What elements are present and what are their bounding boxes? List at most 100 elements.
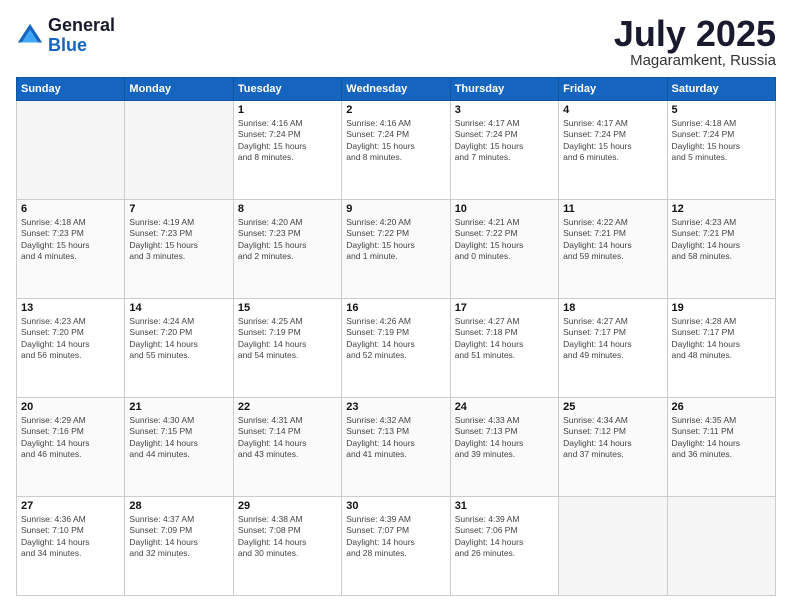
day-info: Sunrise: 4:25 AM Sunset: 7:19 PM Dayligh…: [238, 316, 337, 362]
day-info: Sunrise: 4:35 AM Sunset: 7:11 PM Dayligh…: [672, 415, 771, 461]
day-info: Sunrise: 4:19 AM Sunset: 7:23 PM Dayligh…: [129, 217, 228, 263]
day-number: 6: [21, 203, 120, 215]
calendar-cell: 15 Sunrise: 4:25 AM Sunset: 7:19 PM Dayli…: [233, 299, 341, 398]
calendar-cell: [667, 497, 775, 596]
day-number: 19: [672, 302, 771, 314]
calendar-cell: 24Sunrise: 4:33 AM Sunset: 7:13 PM Dayli…: [450, 398, 558, 497]
calendar-cell: 9 Sunrise: 4:20 AM Sunset: 7:22 PM Daylig…: [342, 200, 450, 299]
logo-icon: [16, 22, 44, 50]
calendar-cell: [559, 497, 667, 596]
calendar-cell: [17, 101, 125, 200]
day-info: Sunrise: 4:27 AM Sunset: 7:18 PM Dayligh…: [455, 316, 554, 362]
day-info: Sunrise: 4:20 AM Sunset: 7:23 PM Dayligh…: [238, 217, 337, 263]
calendar-cell: 3Sunrise: 4:17 AM Sunset: 7:24 PM Daylig…: [450, 101, 558, 200]
weekday-header-tuesday: Tuesday: [233, 78, 341, 101]
calendar-cell: 29 Sunrise: 4:38 AM Sunset: 7:08 PM Dayli…: [233, 497, 341, 596]
day-info: Sunrise: 4:17 AM Sunset: 7:24 PM Dayligh…: [563, 118, 662, 164]
day-number: 25: [563, 401, 662, 413]
day-number: 11: [563, 203, 662, 215]
weekday-header-saturday: Saturday: [667, 78, 775, 101]
calendar-cell: 16 Sunrise: 4:26 AM Sunset: 7:19 PM Dayli…: [342, 299, 450, 398]
day-number: 2: [346, 104, 445, 116]
logo: General Blue: [16, 16, 115, 56]
day-number: 18: [563, 302, 662, 314]
day-info: Sunrise: 4:28 AM Sunset: 7:17 PM Dayligh…: [672, 316, 771, 362]
day-number: 27: [21, 500, 120, 512]
calendar-cell: 13 Sunrise: 4:23 AM Sunset: 7:20 PM Dayli…: [17, 299, 125, 398]
day-number: 26: [672, 401, 771, 413]
day-number: 30: [346, 500, 445, 512]
day-info: Sunrise: 4:39 AM Sunset: 7:06 PM Dayligh…: [455, 514, 554, 560]
calendar-cell: 18Sunrise: 4:27 AM Sunset: 7:17 PM Dayli…: [559, 299, 667, 398]
day-info: Sunrise: 4:32 AM Sunset: 7:13 PM Dayligh…: [346, 415, 445, 461]
day-info: Sunrise: 4:23 AM Sunset: 7:20 PM Dayligh…: [21, 316, 120, 362]
day-info: Sunrise: 4:38 AM Sunset: 7:08 PM Dayligh…: [238, 514, 337, 560]
day-number: 1: [238, 104, 337, 116]
day-info: Sunrise: 4:16 AM Sunset: 7:24 PM Dayligh…: [238, 118, 337, 164]
day-info: Sunrise: 4:18 AM Sunset: 7:24 PM Dayligh…: [672, 118, 771, 164]
day-info: Sunrise: 4:20 AM Sunset: 7:22 PM Dayligh…: [346, 217, 445, 263]
day-number: 8: [238, 203, 337, 215]
calendar-cell: 23 Sunrise: 4:32 AM Sunset: 7:13 PM Dayli…: [342, 398, 450, 497]
weekday-header-thursday: Thursday: [450, 78, 558, 101]
calendar-cell: 1 Sunrise: 4:16 AM Sunset: 7:24 PM Daylig…: [233, 101, 341, 200]
calendar-cell: 6 Sunrise: 4:18 AM Sunset: 7:23 PM Daylig…: [17, 200, 125, 299]
calendar-cell: 28 Sunrise: 4:37 AM Sunset: 7:09 PM Dayli…: [125, 497, 233, 596]
calendar-cell: 20Sunrise: 4:29 AM Sunset: 7:16 PM Dayli…: [17, 398, 125, 497]
calendar-cell: 26 Sunrise: 4:35 AM Sunset: 7:11 PM Dayli…: [667, 398, 775, 497]
day-number: 7: [129, 203, 228, 215]
day-number: 9: [346, 203, 445, 215]
day-info: Sunrise: 4:30 AM Sunset: 7:15 PM Dayligh…: [129, 415, 228, 461]
day-info: Sunrise: 4:37 AM Sunset: 7:09 PM Dayligh…: [129, 514, 228, 560]
day-number: 3: [455, 104, 554, 116]
day-info: Sunrise: 4:26 AM Sunset: 7:19 PM Dayligh…: [346, 316, 445, 362]
calendar-cell: 21 Sunrise: 4:30 AM Sunset: 7:15 PM Dayli…: [125, 398, 233, 497]
calendar-cell: 14 Sunrise: 4:24 AM Sunset: 7:20 PM Dayli…: [125, 299, 233, 398]
day-number: 5: [672, 104, 771, 116]
calendar-cell: 8 Sunrise: 4:20 AM Sunset: 7:23 PM Daylig…: [233, 200, 341, 299]
day-info: Sunrise: 4:18 AM Sunset: 7:23 PM Dayligh…: [21, 217, 120, 263]
calendar-cell: [125, 101, 233, 200]
calendar-cell: 10 Sunrise: 4:21 AM Sunset: 7:22 PM Dayli…: [450, 200, 558, 299]
day-info: Sunrise: 4:29 AM Sunset: 7:16 PM Dayligh…: [21, 415, 120, 461]
day-info: Sunrise: 4:23 AM Sunset: 7:21 PM Dayligh…: [672, 217, 771, 263]
day-number: 24: [455, 401, 554, 413]
day-number: 29: [238, 500, 337, 512]
day-number: 15: [238, 302, 337, 314]
day-info: Sunrise: 4:16 AM Sunset: 7:24 PM Dayligh…: [346, 118, 445, 164]
month-title: July 2025: [614, 16, 776, 52]
day-number: 4: [563, 104, 662, 116]
day-number: 16: [346, 302, 445, 314]
day-number: 31: [455, 500, 554, 512]
logo-general-text: General: [48, 15, 115, 35]
title-block: July 2025 Magaramkent, Russia: [614, 16, 776, 69]
calendar-cell: 12Sunrise: 4:23 AM Sunset: 7:21 PM Dayli…: [667, 200, 775, 299]
logo-blue-text: Blue: [48, 35, 87, 55]
day-info: Sunrise: 4:21 AM Sunset: 7:22 PM Dayligh…: [455, 217, 554, 263]
day-number: 10: [455, 203, 554, 215]
calendar-cell: 31 Sunrise: 4:39 AM Sunset: 7:06 PM Dayli…: [450, 497, 558, 596]
day-number: 23: [346, 401, 445, 413]
day-info: Sunrise: 4:24 AM Sunset: 7:20 PM Dayligh…: [129, 316, 228, 362]
location: Magaramkent, Russia: [614, 52, 776, 69]
calendar-cell: 25Sunrise: 4:34 AM Sunset: 7:12 PM Dayli…: [559, 398, 667, 497]
weekday-header-sunday: Sunday: [17, 78, 125, 101]
weekday-header-monday: Monday: [125, 78, 233, 101]
weekday-header-wednesday: Wednesday: [342, 78, 450, 101]
day-info: Sunrise: 4:31 AM Sunset: 7:14 PM Dayligh…: [238, 415, 337, 461]
calendar-cell: 11 Sunrise: 4:22 AM Sunset: 7:21 PM Dayli…: [559, 200, 667, 299]
day-number: 21: [129, 401, 228, 413]
calendar-cell: 27 Sunrise: 4:36 AM Sunset: 7:10 PM Dayli…: [17, 497, 125, 596]
day-number: 28: [129, 500, 228, 512]
calendar-cell: 4 Sunrise: 4:17 AM Sunset: 7:24 PM Daylig…: [559, 101, 667, 200]
day-number: 14: [129, 302, 228, 314]
day-number: 17: [455, 302, 554, 314]
calendar: SundayMondayTuesdayWednesdayThursdayFrid…: [16, 77, 776, 596]
calendar-cell: 17 Sunrise: 4:27 AM Sunset: 7:18 PM Dayli…: [450, 299, 558, 398]
day-info: Sunrise: 4:22 AM Sunset: 7:21 PM Dayligh…: [563, 217, 662, 263]
day-number: 22: [238, 401, 337, 413]
day-info: Sunrise: 4:36 AM Sunset: 7:10 PM Dayligh…: [21, 514, 120, 560]
day-number: 13: [21, 302, 120, 314]
calendar-cell: 2 Sunrise: 4:16 AM Sunset: 7:24 PM Daylig…: [342, 101, 450, 200]
calendar-cell: 7 Sunrise: 4:19 AM Sunset: 7:23 PM Daylig…: [125, 200, 233, 299]
